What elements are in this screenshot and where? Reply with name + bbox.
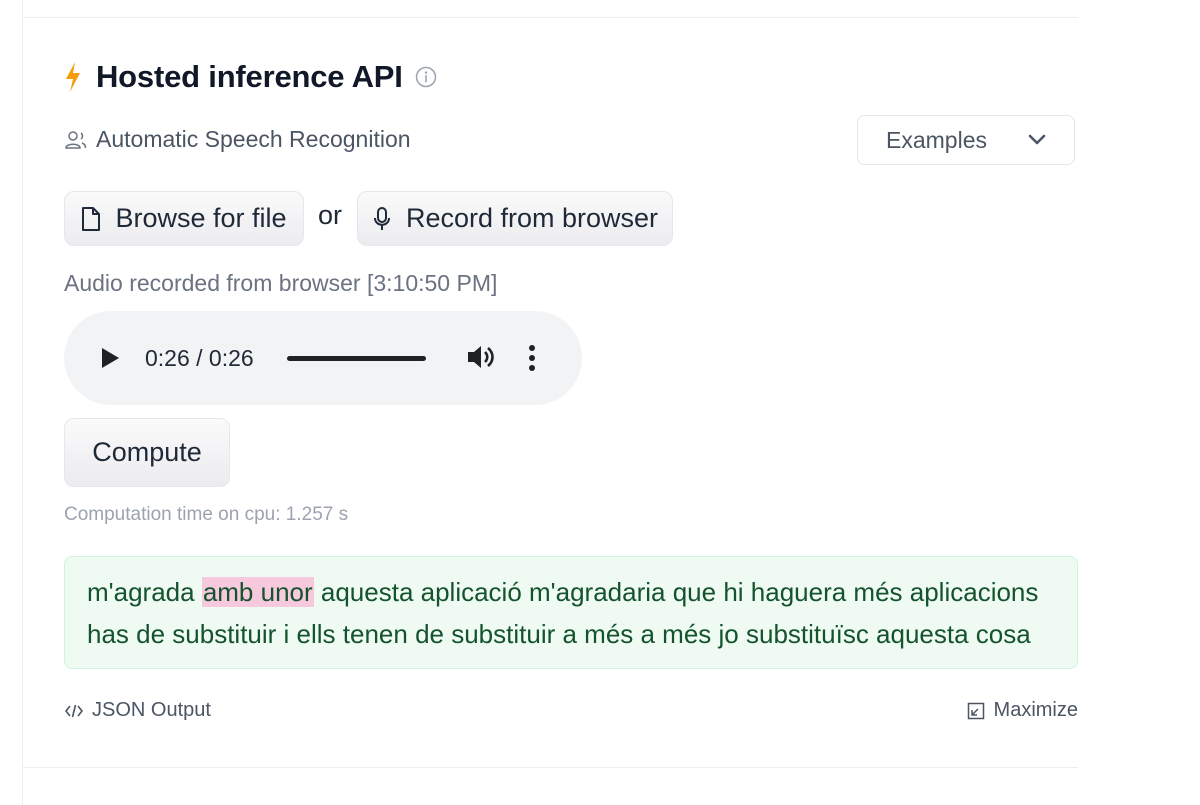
or-separator: or: [318, 200, 343, 230]
more-options-icon[interactable]: [528, 344, 536, 372]
browse-file-button[interactable]: Browse for file: [64, 191, 304, 246]
microphone-icon: [373, 206, 390, 230]
maximize-icon: [967, 702, 984, 719]
examples-dropdown[interactable]: Examples: [857, 115, 1075, 165]
code-icon: [64, 704, 84, 717]
file-icon: [82, 206, 101, 231]
compute-label: Compute: [92, 437, 202, 467]
play-icon[interactable]: [100, 347, 120, 369]
maximize-label: Maximize: [993, 699, 1078, 721]
audio-player: 0:26 / 0:26: [64, 311, 582, 405]
chevron-down-icon: [1028, 134, 1046, 145]
maximize-button[interactable]: Maximize: [967, 699, 1078, 722]
compute-button[interactable]: Compute: [64, 418, 230, 487]
audio-progress-bar[interactable]: [287, 356, 426, 361]
top-divider: [22, 17, 1078, 18]
examples-label: Examples: [886, 126, 987, 153]
audio-source-label: Audio recorded from browser [3:10:50 PM]: [64, 270, 498, 296]
output-text-segment: m'agrada: [87, 577, 202, 607]
highlighted-text-segment: amb unor: [201, 577, 314, 607]
browse-file-label: Browse for file: [115, 203, 287, 233]
transcription-output: m'agrada amb unor aquesta aplicació m'ag…: [64, 556, 1078, 669]
task-label: Automatic Speech Recognition: [96, 126, 411, 152]
task-type: Automatic Speech Recognition: [64, 126, 411, 153]
json-output-label: JSON Output: [92, 699, 211, 721]
widget-header: Hosted inference API: [64, 58, 437, 96]
bolt-icon: [66, 62, 80, 92]
left-divider: [22, 0, 23, 805]
json-output-toggle[interactable]: JSON Output: [64, 699, 211, 722]
audio-time: 0:26 / 0:26: [145, 345, 254, 371]
task-user-icon: [65, 130, 87, 149]
record-browser-button[interactable]: Record from browser: [357, 191, 673, 246]
computation-time: Computation time on cpu: 1.257 s: [64, 504, 349, 525]
bottom-divider: [22, 767, 1078, 768]
info-icon[interactable]: [415, 66, 437, 88]
widget-title: Hosted inference API: [96, 59, 403, 94]
record-browser-label: Record from browser: [405, 203, 659, 233]
volume-icon[interactable]: [466, 343, 496, 371]
